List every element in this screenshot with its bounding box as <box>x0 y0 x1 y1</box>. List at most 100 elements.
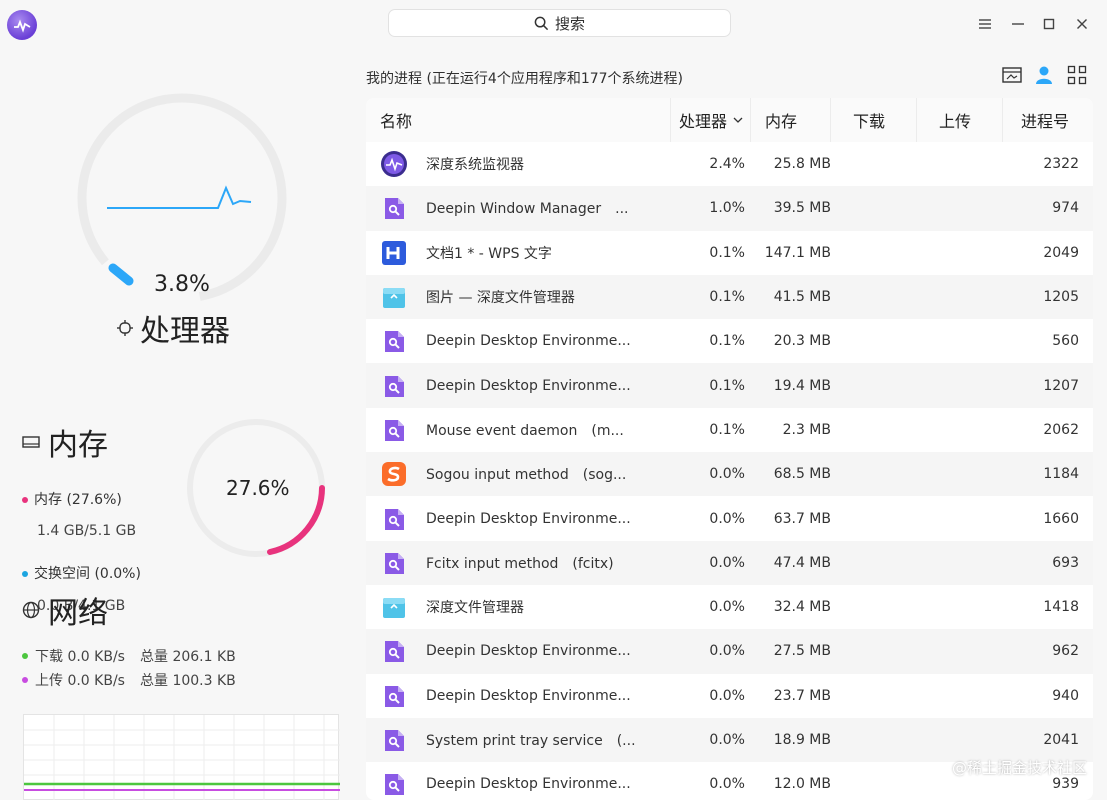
process-mem: 32.4 MB <box>773 599 831 616</box>
process-name-cell: Deepin Desktop Environme... <box>366 327 671 355</box>
cpu-title-label: 处理器 <box>140 314 230 349</box>
table-row[interactable]: Deepin Desktop Environme... 0.0% 63.7 MB 16… <box>366 496 1093 540</box>
sogou-icon <box>380 460 408 488</box>
process-name: Deepin Desktop Environme... <box>426 333 631 350</box>
column-pid[interactable]: 进程号 <box>1003 98 1093 142</box>
app-processes-button[interactable] <box>1001 64 1023 86</box>
search-input[interactable]: 搜索 <box>388 9 731 37</box>
table-row[interactable]: Sogou input method (sog... 0.0% 68.5 MB 118… <box>366 452 1093 497</box>
table-row[interactable]: Mouse event daemon (m... 0.1% 2.3 MB 2062 <box>366 408 1093 452</box>
process-pid: 560 <box>1052 333 1079 350</box>
process-name: 图片 — 深度文件管理器 <box>426 290 575 307</box>
cpu-history-line <box>107 185 252 209</box>
file-manager-icon <box>380 593 408 621</box>
process-name: System print tray service (... <box>426 733 636 749</box>
memory-icon <box>22 436 40 448</box>
search-placeholder: 搜索 <box>554 14 585 33</box>
process-pid: 1205 <box>1043 289 1079 306</box>
memory-percent: 27.6% <box>226 476 290 500</box>
table-row[interactable]: 文档1 * - WPS 文字 0.1% 147.1 MB 2049 <box>366 231 1093 275</box>
table-row[interactable]: Deepin Desktop Environme... 0.1% 20.3 MB 56… <box>366 319 1093 363</box>
process-name: Deepin Desktop Environme... <box>426 510 631 527</box>
close-button[interactable] <box>1071 13 1093 35</box>
swap-legend-dot <box>22 571 28 578</box>
network-title-label: 网络 <box>48 596 108 631</box>
process-pid: 2322 <box>1043 156 1079 173</box>
process-pid: 1184 <box>1043 466 1079 483</box>
table-row[interactable]: Deepin Window Manager ... 1.0% 39.5 MB 974 <box>366 186 1093 231</box>
network-title: 网络 <box>22 588 108 632</box>
sort-down-icon <box>733 117 743 123</box>
upload-label: 上传 0.0 KB/s <box>35 673 125 689</box>
table-row[interactable]: Fcitx input method (fcitx) 0.0% 47.4 MB 693 <box>366 540 1093 585</box>
close-icon <box>1077 19 1087 29</box>
process-name: 深度系统监视器 <box>426 157 524 174</box>
process-mem: 68.5 MB <box>773 466 831 483</box>
process-name-cell: System print tray service (... <box>366 726 671 754</box>
process-cpu: 0.0% <box>709 776 745 793</box>
my-processes-button[interactable] <box>1033 64 1055 86</box>
process-pid: 1418 <box>1043 599 1079 616</box>
process-cpu: 0.1% <box>709 333 745 350</box>
memory-legend-dot <box>22 497 28 504</box>
process-cpu: 0.0% <box>709 599 745 616</box>
app-logo-icon[interactable] <box>7 10 37 40</box>
table-row[interactable]: 图片 — 深度文件管理器 0.1% 41.5 MB 1205 <box>366 274 1093 320</box>
process-cpu: 0.0% <box>709 732 745 748</box>
column-name[interactable]: 名称 <box>366 98 671 142</box>
minimize-icon <box>1012 23 1024 25</box>
deepin-process-icon <box>380 194 408 222</box>
process-pid: 1660 <box>1043 510 1079 527</box>
process-pid: 940 <box>1052 687 1079 704</box>
process-mem: 19.4 MB <box>773 377 831 394</box>
deepin-process-icon <box>380 372 408 400</box>
process-cpu: 0.1% <box>709 421 745 438</box>
column-upload[interactable]: 上传 <box>917 98 1003 142</box>
process-mem: 20.3 MB <box>773 333 831 350</box>
deepin-process-icon <box>380 505 408 533</box>
menu-button[interactable] <box>974 13 996 35</box>
column-download[interactable]: 下载 <box>831 98 917 142</box>
column-mem[interactable]: 内存 <box>751 98 831 142</box>
process-cpu: 0.1% <box>709 244 745 261</box>
process-mem: 2.3 MB <box>782 421 831 438</box>
table-row[interactable]: System print tray service (... 0.0% 18.9 M… <box>366 717 1093 763</box>
process-mem: 47.4 MB <box>773 554 831 571</box>
deepin-monitor-icon <box>380 150 408 178</box>
table-body: 深度系统监视器 2.4% 25.8 MB 2322 Deepin Window Mana… <box>366 142 1093 800</box>
download-total: 总量 206.1 KB <box>140 649 236 665</box>
process-summary: 我的进程 (正在运行4个应用程序和177个系统进程) <box>366 71 684 87</box>
maximize-button[interactable] <box>1038 13 1060 35</box>
wps-writer-icon <box>380 239 408 267</box>
process-mem: 41.5 MB <box>773 289 831 306</box>
process-name-cell: 深度系统监视器 <box>366 150 671 178</box>
column-cpu[interactable]: 处理器 <box>671 98 751 142</box>
cpu-title: 处理器 <box>116 306 230 350</box>
process-cpu: 0.0% <box>709 510 745 527</box>
memory-title-label: 内存 <box>48 428 108 463</box>
process-name: Deepin Window Manager ... <box>426 201 629 218</box>
process-pid: 2041 <box>1043 732 1079 748</box>
process-name-cell: Deepin Desktop Environme... <box>366 505 671 533</box>
process-name-cell: Deepin Desktop Environme... <box>366 682 671 710</box>
download-dot <box>22 653 28 659</box>
deepin-process-icon <box>380 416 408 444</box>
process-name: Deepin Desktop Environme... <box>426 776 631 793</box>
table-row[interactable]: 深度文件管理器 0.0% 32.4 MB 1418 <box>366 585 1093 629</box>
process-cpu: 1.0% <box>709 200 745 217</box>
process-name: Mouse event daemon (m... <box>426 422 624 439</box>
all-processes-button[interactable] <box>1066 64 1088 86</box>
table-row[interactable]: 深度系统监视器 2.4% 25.8 MB 2322 <box>366 142 1093 186</box>
minimize-button[interactable] <box>1007 13 1029 35</box>
process-name-cell: 文档1 * - WPS 文字 <box>366 239 671 267</box>
file-manager-icon <box>380 283 408 311</box>
process-name-cell: 深度文件管理器 <box>366 593 671 621</box>
column-cpu-label: 处理器 <box>679 112 728 131</box>
process-name-cell: Deepin Window Manager ... <box>366 194 671 222</box>
table-row[interactable]: Deepin Desktop Environme... 0.0% 23.7 MB 94… <box>366 674 1093 718</box>
table-row[interactable]: Deepin Desktop Environme... 0.0% 27.5 MB 96… <box>366 629 1093 674</box>
table-row[interactable]: Deepin Desktop Environme... 0.1% 19.4 MB 12… <box>366 363 1093 408</box>
memory-title: 内存 <box>22 420 108 464</box>
deepin-process-icon <box>380 327 408 355</box>
process-name: 文档1 * - WPS 文字 <box>426 245 552 262</box>
